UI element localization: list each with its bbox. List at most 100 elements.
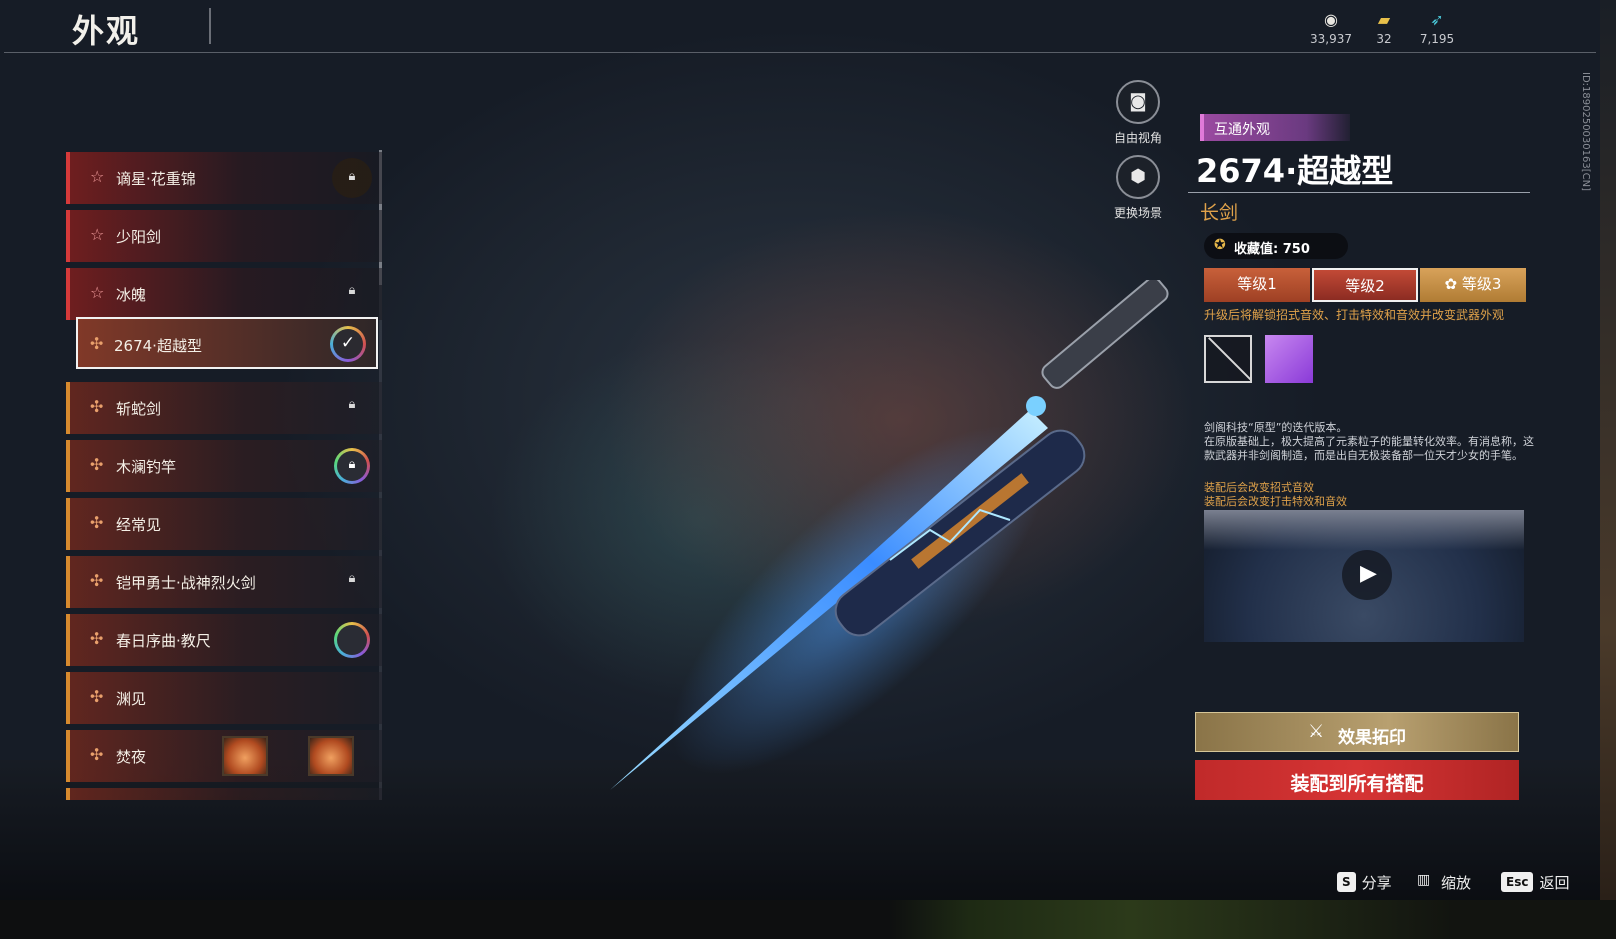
- color-swatch-none[interactable]: [1204, 335, 1252, 383]
- color-swatch-purple[interactable]: [1265, 335, 1313, 383]
- list-item[interactable]: ✣ 斩蛇剑 🔒︎: [66, 382, 382, 434]
- list-item[interactable]: ✣ 铠甲勇士·战神烈火剑 🔒︎: [66, 556, 382, 608]
- change-scene-button[interactable]: ⬢ 更换场景: [1103, 155, 1173, 221]
- key-s: S: [1337, 872, 1356, 892]
- sword-render: [610, 280, 1169, 790]
- item-label: 冰魄: [116, 286, 147, 304]
- tab-tier-2[interactable]: 等级2: [1312, 268, 1418, 302]
- check-icon: ✓: [340, 333, 356, 353]
- item-label: 焚夜: [116, 748, 147, 766]
- effect-preview-video[interactable]: ▶: [1204, 510, 1524, 642]
- lock-icon: 🔒︎: [348, 169, 356, 184]
- list-item[interactable]: ☆ 谪星·花重锦 🔒︎: [66, 152, 382, 204]
- cross-platform-tag: 互通外观: [1200, 114, 1350, 141]
- star-icon: ☆: [90, 167, 105, 186]
- star-icon: ✿: [1444, 275, 1462, 293]
- camera-icon: ◙: [1116, 80, 1160, 124]
- collection-value-pill: ✪ 收藏值: 750: [1204, 233, 1348, 259]
- lock-icon: 🔒︎: [348, 571, 356, 586]
- upgrade-note: 升级后将解锁招式音效、打击特效和音效并改变武器外观: [1204, 308, 1505, 322]
- change-scene-label: 更换场景: [1113, 206, 1162, 220]
- preview-scenery: [1204, 510, 1524, 550]
- ticket-icon: ▰: [1377, 10, 1391, 29]
- list-item-selected[interactable]: ✣ 2674·超越型 ✓: [76, 317, 378, 369]
- item-label: 2674·超越型: [114, 337, 202, 355]
- free-view-button[interactable]: ◙ 自由视角: [1103, 80, 1173, 146]
- mouse-wheel-icon: ▥: [1417, 872, 1431, 888]
- imprint-label: 效果拓印: [1338, 728, 1406, 748]
- list-item[interactable]: ✣ 渊见: [66, 672, 382, 724]
- weapon-skin-list: ☆ 谪星·花重锦 🔒︎ ☆ 少阳剑 ☆ 冰魄 🔒︎ ✣ 2674·超越型 ✓ ✣…: [66, 150, 383, 800]
- lock-icon: 🔒︎: [348, 283, 356, 298]
- zoom-label: 缩放: [1441, 874, 1472, 892]
- item-label: 春日序曲·教尺: [116, 632, 211, 650]
- weapon-name: 2674·超越型: [1196, 152, 1394, 190]
- top-divider: [4, 52, 1596, 53]
- currency-coins: ◉ 33,937: [1301, 10, 1361, 46]
- name-divider: [1188, 192, 1530, 193]
- currency-feathers: ➶ 7,195: [1407, 10, 1467, 46]
- build-id: ID:1890250030163[CN]: [1580, 72, 1591, 191]
- play-icon: ▶: [1360, 561, 1377, 586]
- zoom-hint[interactable]: ▥ 缩放: [1417, 872, 1471, 894]
- page-title: 外观: [72, 12, 141, 50]
- cross-star-icon: ✣: [90, 513, 104, 532]
- cross-star-icon: ✣: [90, 455, 104, 474]
- share-hint[interactable]: S 分享: [1337, 872, 1392, 894]
- back-label: 返回: [1539, 874, 1570, 892]
- share-label: 分享: [1361, 874, 1392, 892]
- lock-icon: 🔒︎: [348, 397, 356, 412]
- free-view-label: 自由视角: [1113, 131, 1162, 145]
- feather-icon: ➶: [1430, 10, 1444, 29]
- description-line: 剑阁科技“原型”的迭代版本。: [1204, 421, 1348, 434]
- currency-value: 32: [1376, 32, 1392, 46]
- equipped-badge: ✓: [330, 326, 366, 362]
- currency-value: 7,195: [1419, 32, 1455, 46]
- lantern-icon: [308, 736, 354, 776]
- item-label: 经常见: [116, 516, 162, 534]
- lock-icon: 🔒︎: [348, 457, 356, 472]
- item-label: 少阳剑: [116, 228, 162, 246]
- equip-all-button[interactable]: 装配到所有搭配: [1195, 760, 1519, 800]
- item-label: 铠甲勇士·战神烈火剑: [116, 574, 256, 592]
- top-bar: 外观 ◉ 33,937 ▰ 32 ➶ 7,195: [0, 0, 1600, 54]
- cross-star-icon: ✣: [90, 687, 104, 706]
- lantern-icon: [222, 736, 268, 776]
- tag-label: 互通外观: [1214, 122, 1270, 138]
- back-hint[interactable]: Esc 返回: [1501, 872, 1569, 894]
- item-label: 斩蛇剑: [116, 400, 162, 418]
- weapon-description: 剑阁科技“原型”的迭代版本。 在原版基础上，极大提高了元素粒子的能量转化效率。有…: [1204, 421, 1534, 463]
- weapon-type: 长剑: [1200, 202, 1239, 224]
- list-item[interactable]: ✣ 经常见: [66, 498, 382, 550]
- collection-icon: ✪: [1214, 237, 1226, 253]
- coin-icon: ◉: [1324, 10, 1338, 29]
- cross-star-icon: ✣: [90, 745, 104, 764]
- cross-star-icon: ✣: [90, 334, 104, 353]
- window-edge: [1600, 0, 1616, 900]
- tab-tier-3[interactable]: ✿ 等级3: [1420, 268, 1526, 302]
- cube-icon: ⬢: [1116, 155, 1160, 199]
- effect-imprint-button[interactable]: ⚔ 效果拓印: [1195, 712, 1519, 752]
- list-item[interactable]: ☆ 少阳剑: [66, 210, 382, 262]
- currency-tickets: ▰ 32: [1354, 10, 1414, 46]
- list-item[interactable]: ✣ 春日序曲·教尺: [66, 614, 382, 666]
- item-label: 谪星·花重锦: [116, 170, 196, 188]
- cross-star-icon: ✣: [90, 397, 104, 416]
- list-item[interactable]: ✣ 焚夜: [66, 730, 382, 782]
- list-item[interactable]: ☆ 冰魄 🔒︎: [66, 268, 382, 320]
- list-item[interactable]: ✣ 木澜钓竿 🔒︎: [66, 440, 382, 492]
- currency-value: 33,937: [1310, 32, 1352, 46]
- title-divider: [209, 8, 211, 44]
- tab-tier-1[interactable]: 等级1: [1204, 268, 1310, 302]
- collection-label: 收藏值: 750: [1234, 242, 1310, 257]
- description-line: 在原版基础上，极大提高了元素粒子的能量转化效率。有消息称，这款武器并非剑阁制造，…: [1204, 435, 1534, 462]
- play-button[interactable]: ▶: [1342, 550, 1392, 600]
- hilt: [1041, 280, 1169, 389]
- cross-star-icon: ✣: [90, 571, 104, 590]
- list-item[interactable]: [66, 788, 382, 800]
- item-label: 渊见: [116, 690, 147, 708]
- hilt-core: [1026, 396, 1046, 416]
- sword-icon: ⚔: [1308, 721, 1325, 742]
- effect-note: 装配后会改变打击特效和音效: [1204, 495, 1347, 508]
- key-esc: Esc: [1501, 872, 1534, 892]
